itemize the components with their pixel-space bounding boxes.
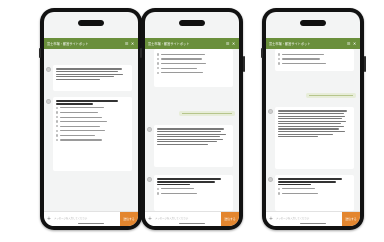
screen: 富士市場・都宮サイトボット ☰ ✕ + メッセージを入力してください 送信する bbox=[44, 12, 138, 226]
send-button[interactable]: 送信する bbox=[342, 212, 360, 226]
option-item[interactable] bbox=[56, 125, 129, 128]
close-icon[interactable]: ✕ bbox=[231, 41, 236, 46]
side-button bbox=[38, 48, 41, 58]
close-icon[interactable]: ✕ bbox=[352, 41, 357, 46]
bot-avatar bbox=[268, 177, 273, 182]
home-indicator bbox=[78, 222, 104, 224]
chat-header: 富士市場・都宮サイトボット ☰ ✕ bbox=[266, 38, 360, 49]
header-title: 富士市場・都宮サイトボット bbox=[47, 42, 89, 46]
message-input[interactable]: メッセージを入力してください bbox=[276, 216, 340, 222]
chat-content bbox=[266, 49, 360, 212]
option-item[interactable] bbox=[278, 62, 351, 65]
user-message bbox=[306, 93, 356, 98]
phone-1: 富士市場・都宮サイトボット ☰ ✕ + メッセージを入力してください 送信する bbox=[38, 8, 144, 230]
menu-icon[interactable]: ☰ bbox=[225, 41, 230, 46]
bot-avatar bbox=[147, 127, 152, 132]
option-item[interactable] bbox=[157, 66, 230, 70]
header-title: 富士市場・都宮サイトボット bbox=[269, 42, 311, 46]
bot-avatar bbox=[46, 67, 51, 72]
option-item[interactable] bbox=[56, 106, 129, 110]
chat-content bbox=[145, 49, 239, 212]
phone-3: 富士市場・都宮サイトボット ☰ ✕ + メッセージを入力してください 送信する bbox=[260, 8, 366, 230]
option-item[interactable] bbox=[157, 62, 230, 65]
chat-content bbox=[44, 49, 138, 212]
bot-followup bbox=[275, 175, 354, 211]
option-item[interactable] bbox=[278, 53, 351, 56]
bot-options bbox=[275, 49, 354, 71]
dynamic-island bbox=[78, 20, 104, 26]
option-item[interactable] bbox=[56, 115, 129, 119]
option-item[interactable] bbox=[56, 120, 129, 123]
send-button[interactable]: 送信する bbox=[221, 212, 239, 226]
bot-avatar bbox=[268, 109, 273, 114]
option-item[interactable] bbox=[157, 57, 230, 61]
side-button bbox=[139, 48, 142, 58]
plus-icon[interactable]: + bbox=[46, 216, 52, 222]
header-title: 富士市場・都宮サイトボット bbox=[148, 42, 190, 46]
plus-icon[interactable]: + bbox=[147, 216, 153, 222]
option-item[interactable] bbox=[56, 134, 129, 137]
message-input[interactable]: メッセージを入力してください bbox=[54, 216, 118, 222]
menu-icon[interactable]: ☰ bbox=[124, 41, 129, 46]
option-item[interactable] bbox=[157, 53, 230, 56]
screen: 富士市場・都宮サイトボット ☰ ✕ + メッセージを入力してください 送信する bbox=[145, 12, 239, 226]
bot-avatar bbox=[46, 99, 51, 104]
option-item[interactable] bbox=[56, 111, 129, 114]
menu-icon[interactable]: ☰ bbox=[346, 41, 351, 46]
chat-header: 富士市場・都宮サイトボット ☰ ✕ bbox=[145, 38, 239, 49]
bot-avatar bbox=[147, 177, 152, 182]
dynamic-island bbox=[300, 20, 326, 26]
option-item[interactable] bbox=[56, 138, 129, 142]
bot-message bbox=[154, 125, 233, 167]
chat-header: 富士市場・都宮サイトボット ☰ ✕ bbox=[44, 38, 138, 49]
side-button bbox=[260, 48, 263, 58]
dynamic-island bbox=[179, 20, 205, 26]
send-button[interactable]: 送信する bbox=[120, 212, 138, 226]
bot-options bbox=[53, 97, 132, 171]
bot-options bbox=[154, 49, 233, 87]
option-item[interactable] bbox=[278, 187, 351, 190]
side-button bbox=[363, 56, 366, 72]
option-item[interactable] bbox=[278, 57, 351, 61]
side-button bbox=[242, 56, 245, 72]
bot-message bbox=[275, 107, 354, 169]
option-item[interactable] bbox=[157, 192, 230, 195]
option-item[interactable] bbox=[278, 192, 351, 195]
screen: 富士市場・都宮サイトボット ☰ ✕ + メッセージを入力してください 送信する bbox=[266, 12, 360, 226]
bot-followup bbox=[154, 175, 233, 211]
option-item[interactable] bbox=[56, 129, 129, 133]
option-item[interactable] bbox=[157, 71, 230, 74]
plus-icon[interactable]: + bbox=[268, 216, 274, 222]
close-icon[interactable]: ✕ bbox=[130, 41, 135, 46]
bot-message bbox=[53, 65, 132, 91]
home-indicator bbox=[300, 222, 326, 224]
home-indicator bbox=[179, 222, 205, 224]
user-message bbox=[179, 111, 235, 116]
message-input[interactable]: メッセージを入力してください bbox=[155, 216, 219, 222]
option-item[interactable] bbox=[157, 187, 230, 190]
phone-2: 富士市場・都宮サイトボット ☰ ✕ + メッセージを入力してください 送信する bbox=[139, 8, 245, 230]
